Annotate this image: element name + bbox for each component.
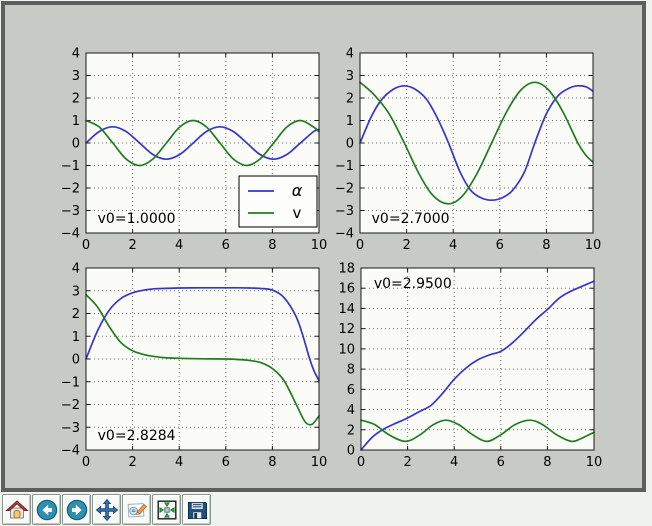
x-tick-label: 4 xyxy=(175,455,183,470)
toolbar-button-forward[interactable] xyxy=(62,494,91,525)
y-tick-label: 16 xyxy=(338,282,355,297)
toolbar-button-configure-subplots[interactable] xyxy=(152,494,181,525)
x-tick-label: 0 xyxy=(357,455,365,470)
x-tick-label: 8 xyxy=(268,238,276,253)
configure-subplots-icon xyxy=(155,498,179,522)
y-tick-label: 4 xyxy=(346,47,354,62)
back-icon xyxy=(35,498,59,522)
y-tick-label: 10 xyxy=(338,342,355,357)
y-tick-label: 1 xyxy=(72,330,80,345)
y-tick-label: 6 xyxy=(347,383,355,398)
x-tick-label: 0 xyxy=(356,238,364,253)
plot-toolbar xyxy=(0,493,652,526)
x-tick-label: 10 xyxy=(585,238,602,253)
x-tick-label: 10 xyxy=(311,238,328,253)
home-icon xyxy=(5,498,29,522)
x-tick-label: 2 xyxy=(128,238,136,253)
x-tick-label: 6 xyxy=(222,238,230,253)
y-tick-label: 0 xyxy=(72,137,80,152)
y-tick-label: 2 xyxy=(72,92,80,107)
y-tick-label: 0 xyxy=(347,444,355,459)
x-tick-label: 4 xyxy=(175,238,183,253)
y-tick-label: 2 xyxy=(346,92,354,107)
y-tick-label: 18 xyxy=(338,262,355,277)
y-tick-label: 4 xyxy=(72,47,80,62)
save-icon xyxy=(185,498,209,522)
y-tick-label: 4 xyxy=(347,403,355,418)
x-tick-label: 10 xyxy=(311,455,328,470)
x-tick-label: 10 xyxy=(586,455,603,470)
y-tick-label: −1 xyxy=(61,159,80,174)
x-tick-label: 6 xyxy=(496,238,504,253)
subplot-bottom-right: 0 2 4 6 8 10 0 2 4 6 8 10 12 14 16 18 v0=2.9500 xyxy=(327,262,604,472)
annotation-text: v0=2.9500 xyxy=(374,276,452,292)
figure-canvas[interactable]: 0246810−4−3−2−101234v0=1.0000αv0246810−4… xyxy=(1,1,646,492)
toolbar-button-home[interactable] xyxy=(2,494,31,525)
y-tick-label: −2 xyxy=(61,398,80,413)
y-tick-label: 12 xyxy=(338,322,355,337)
x-tick-label: 0 xyxy=(82,455,90,470)
y-tick-label: 0 xyxy=(346,137,354,152)
x-tick-label: 8 xyxy=(542,238,550,253)
toolbar-button-save[interactable] xyxy=(182,494,211,525)
y-tick-label: 3 xyxy=(346,69,354,84)
y-tick-label: 2 xyxy=(72,307,80,322)
x-tick-label: 0 xyxy=(82,238,90,253)
y-tick-label: 1 xyxy=(72,114,80,129)
y-tick-label: −3 xyxy=(335,204,354,219)
y-tick-label: −1 xyxy=(61,375,80,390)
edit-parameters-icon xyxy=(125,498,149,522)
subplot-top-right: 0 2 4 6 8 10 −4 −3 −2 −1 0 1 2 3 4 v0=2.7000 xyxy=(326,47,603,255)
y-tick-label: −4 xyxy=(335,227,354,242)
y-tick-label: −1 xyxy=(335,159,354,174)
y-tick-label: 4 xyxy=(72,262,80,277)
x-tick-label: 6 xyxy=(222,455,230,470)
subplot-bottom-left: 0 2 4 6 8 10 −4 −3 −2 −1 0 1 2 3 4 v0=2.8284 xyxy=(52,262,329,472)
legend-label: v xyxy=(293,204,302,222)
x-tick-label: 2 xyxy=(402,238,410,253)
toolbar-button-edit-parameters[interactable] xyxy=(122,494,151,525)
y-tick-label: 3 xyxy=(72,284,80,299)
forward-icon xyxy=(65,498,89,522)
annotation-text: v0=2.7000 xyxy=(372,211,450,227)
x-tick-label: 8 xyxy=(268,455,276,470)
toolbar-button-pan[interactable] xyxy=(92,494,121,525)
y-tick-label: 1 xyxy=(346,114,354,129)
annotation-text: v0=2.8284 xyxy=(98,428,176,444)
y-tick-label: 0 xyxy=(72,353,80,368)
y-tick-label: 3 xyxy=(72,69,80,84)
y-tick-label: −3 xyxy=(61,421,80,436)
y-tick-label: −4 xyxy=(61,444,80,459)
x-tick-label: 6 xyxy=(497,455,505,470)
toolbar-button-back[interactable] xyxy=(32,494,61,525)
x-tick-label: 4 xyxy=(450,455,458,470)
y-tick-label: 14 xyxy=(338,302,355,317)
x-tick-label: 2 xyxy=(128,455,136,470)
y-tick-label: 2 xyxy=(347,423,355,438)
y-tick-label: −2 xyxy=(335,182,354,197)
y-tick-label: −3 xyxy=(61,204,80,219)
x-tick-label: 2 xyxy=(403,455,411,470)
legend-label: α xyxy=(292,181,303,200)
x-tick-label: 4 xyxy=(449,238,457,253)
annotation-text: v0=1.0000 xyxy=(98,211,176,227)
pan-icon xyxy=(95,498,119,522)
x-tick-label: 8 xyxy=(543,455,551,470)
y-tick-label: −4 xyxy=(61,227,80,242)
y-tick-label: −2 xyxy=(61,182,80,197)
y-tick-label: 8 xyxy=(347,363,355,378)
legend-box xyxy=(239,176,317,227)
subplot-top-left: 0 2 4 6 8 10 −4 −3 −2 −1 0 1 2 3 4 v0=1.0000 αv xyxy=(52,47,329,255)
